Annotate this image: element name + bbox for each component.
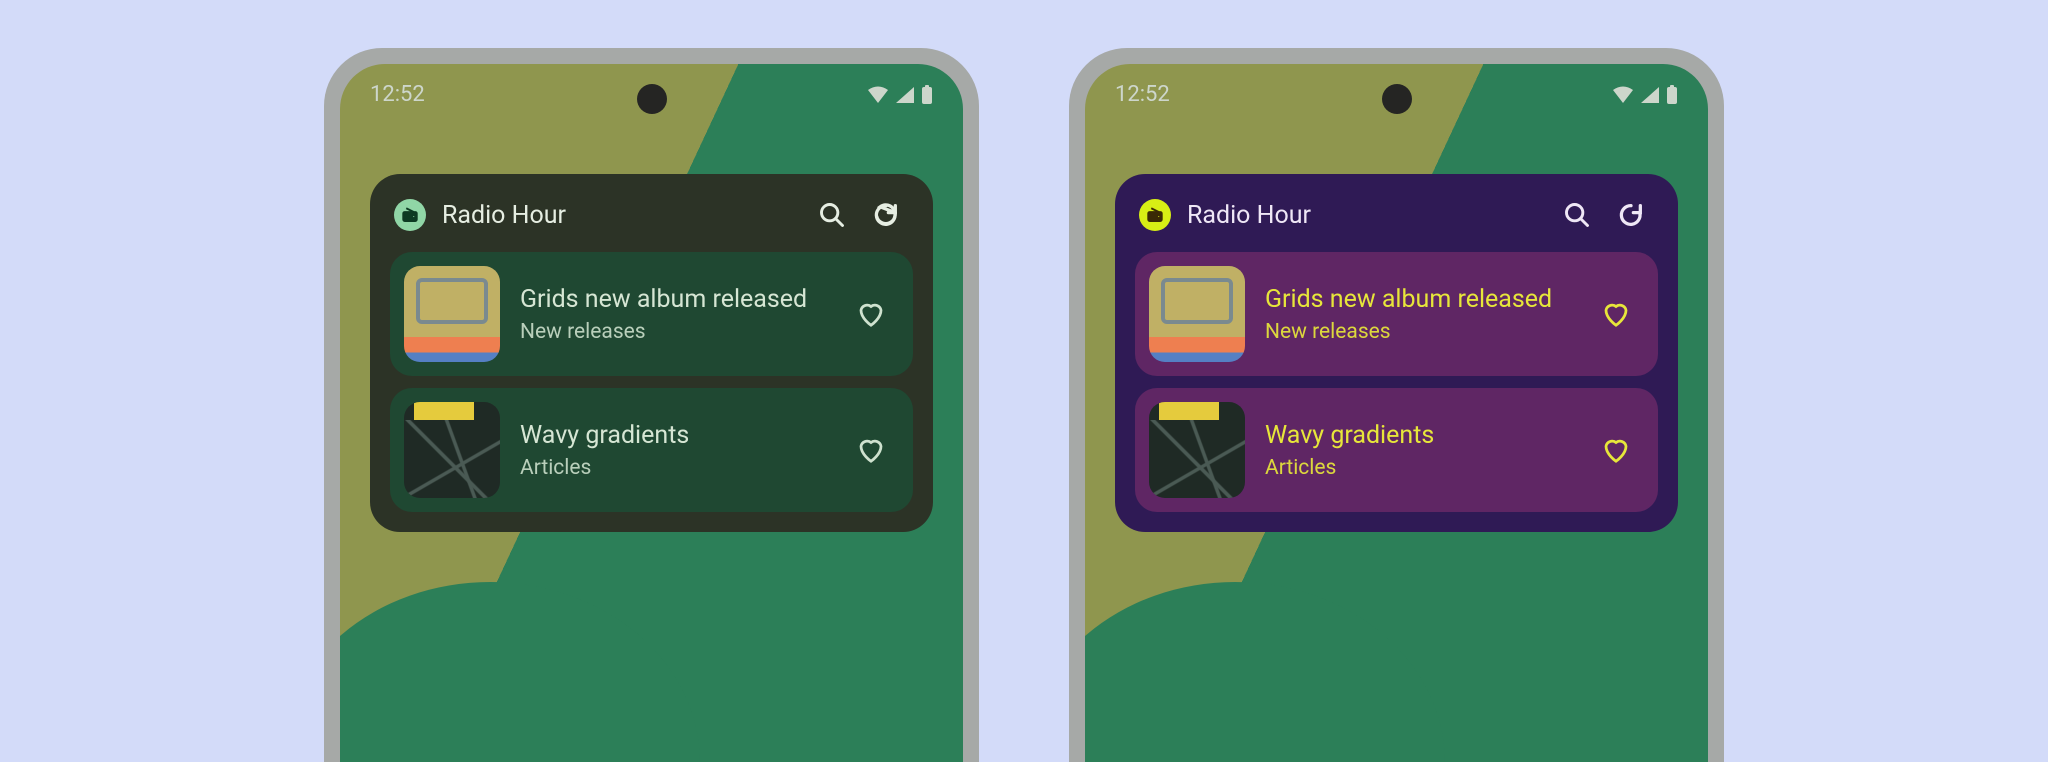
status-time: 12:52: [1115, 82, 1170, 107]
heart-icon: [1601, 299, 1631, 329]
favorite-button[interactable]: [851, 294, 891, 334]
album-thumbnail: [1149, 266, 1245, 362]
radio-hour-widget: Radio Hour Grids new album released New …: [370, 174, 933, 532]
widget-title: Radio Hour: [442, 201, 797, 230]
refresh-icon: [1617, 201, 1645, 229]
heart-icon: [856, 299, 886, 329]
signal-icon: [895, 86, 915, 104]
search-button[interactable]: [1558, 196, 1596, 234]
content-card[interactable]: Wavy gradients Articles: [390, 388, 913, 512]
content-card[interactable]: Grids new album released New releases: [1135, 252, 1658, 376]
status-bar: 12:52: [1085, 82, 1708, 107]
album-thumbnail: [404, 266, 500, 362]
radio-hour-widget: Radio Hour Grids new album released New …: [1115, 174, 1678, 532]
status-bar: 12:52: [340, 82, 963, 107]
status-icons: [867, 85, 933, 105]
widget-title: Radio Hour: [1187, 201, 1542, 230]
heart-icon: [856, 435, 886, 465]
status-time: 12:52: [370, 82, 425, 107]
card-title: Wavy gradients: [1265, 420, 1576, 451]
wifi-icon: [867, 86, 889, 104]
content-card[interactable]: Wavy gradients Articles: [1135, 388, 1658, 512]
card-text: Grids new album released New releases: [520, 284, 831, 343]
heart-icon: [1601, 435, 1631, 465]
refresh-button[interactable]: [867, 196, 905, 234]
refresh-icon: [872, 201, 900, 229]
card-subtitle: Articles: [1265, 456, 1576, 480]
card-subtitle: New releases: [520, 320, 831, 344]
card-text: Wavy gradients Articles: [1265, 420, 1576, 479]
content-card[interactable]: Grids new album released New releases: [390, 252, 913, 376]
battery-icon: [1666, 85, 1678, 105]
widget-header: Radio Hour: [1135, 196, 1658, 252]
card-subtitle: New releases: [1265, 320, 1576, 344]
screen: 12:52 Radio Hour: [340, 64, 963, 762]
radio-icon: [394, 199, 426, 231]
search-button[interactable]: [813, 196, 851, 234]
card-title: Grids new album released: [1265, 284, 1576, 315]
phone-mockup-purple: 12:52 Radio Hour: [1069, 48, 1724, 762]
search-icon: [1563, 201, 1591, 229]
battery-icon: [921, 85, 933, 105]
card-text: Wavy gradients Articles: [520, 420, 831, 479]
article-thumbnail: [1149, 402, 1245, 498]
signal-icon: [1640, 86, 1660, 104]
card-title: Grids new album released: [520, 284, 831, 315]
widget-header: Radio Hour: [390, 196, 913, 252]
card-text: Grids new album released New releases: [1265, 284, 1576, 343]
phone-mockup-green: 12:52 Radio Hour: [324, 48, 979, 762]
wifi-icon: [1612, 86, 1634, 104]
card-subtitle: Articles: [520, 456, 831, 480]
card-title: Wavy gradients: [520, 420, 831, 451]
favorite-button[interactable]: [1596, 430, 1636, 470]
search-icon: [818, 201, 846, 229]
wallpaper-shape: [340, 582, 700, 762]
radio-icon: [1139, 199, 1171, 231]
wallpaper-shape: [1085, 582, 1445, 762]
refresh-button[interactable]: [1612, 196, 1650, 234]
status-icons: [1612, 85, 1678, 105]
favorite-button[interactable]: [1596, 294, 1636, 334]
article-thumbnail: [404, 402, 500, 498]
favorite-button[interactable]: [851, 430, 891, 470]
screen: 12:52 Radio Hour: [1085, 64, 1708, 762]
